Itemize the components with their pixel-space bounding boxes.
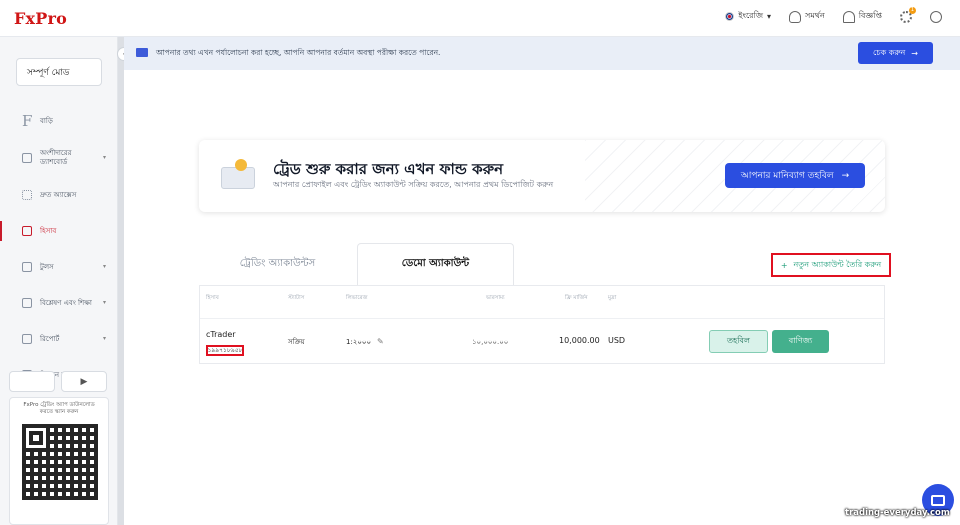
create-new-account-button[interactable]: + নতুন অ্যাকাউন্ট তৈরি করুন: [771, 253, 891, 277]
plus-icon: +: [780, 260, 788, 270]
column-header: ফ্রি মার্জিন: [565, 295, 588, 301]
sidebar-scrollbar[interactable]: [118, 37, 124, 525]
qr-caption: FxPro ট্রেডিং অ্যাপ ডাউনলোড করতে স্ক্যান…: [23, 402, 95, 415]
settings-badge: 1: [909, 6, 916, 14]
column-header: ভারসাম্য: [486, 295, 505, 301]
sidebar-item-analysis-education[interactable]: বিশ্লেষণ এবং শিক্ষা ▾: [0, 285, 118, 321]
free-margin-value: 10,000.00: [559, 336, 600, 345]
account-id: ১৯৯৭১৮৯৫৮: [206, 345, 244, 356]
info-banner: আপনার তথ্য এখন পর্যালোচনা করা হচ্ছে, আপন…: [124, 37, 960, 70]
sidebar-nav: F বাড়ি অংশীদারের ড্যাশবোর্ড ▾ দ্রুত অ্য…: [0, 103, 118, 393]
notifications-link[interactable]: বিজ্ঞপ্তি: [842, 10, 882, 23]
chevron-down-icon: ▾: [102, 299, 106, 306]
sliders-icon: [22, 262, 32, 272]
check-status-button[interactable]: চেক করুন →: [858, 42, 933, 64]
bell-icon: [842, 10, 855, 23]
sidebar-item-label: অংশীদারের ড্যাশবোর্ড: [40, 149, 72, 166]
qr-card: FxPro ট্রেডিং অ্যাপ ডাউনলোড করতে স্ক্যান…: [9, 397, 109, 525]
sidebar-item-label: টুলস: [40, 262, 54, 271]
top-bar: FxPro ইংরেজি ▾ সমর্থন বিজ্ঞপ্তি 1: [0, 0, 960, 37]
user-profile-icon[interactable]: [930, 10, 942, 23]
account-status: সক্রিয়: [288, 338, 305, 346]
demo-accounts-table: হিসাব স্ট্যাটাস লিভারেজ ভারসাম্য ফ্রি মা…: [199, 285, 885, 364]
report-icon: [22, 334, 32, 344]
mode-selector[interactable]: সম্পূর্ণ মোড: [16, 58, 102, 86]
deposit-button[interactable]: তহবিল: [709, 330, 768, 353]
chevron-down-icon: ▾: [102, 154, 106, 161]
create-account-label: নতুন অ্যাকাউন্ট তৈরি করুন: [793, 259, 882, 269]
column-header: স্ট্যাটাস: [288, 295, 305, 301]
chevron-down-icon: ▾: [102, 263, 106, 270]
play-icon: ▶: [80, 376, 88, 387]
banner-text: আপনার তথ্য এখন পর্যালোচনা করা হচ্ছে, আপন…: [156, 48, 441, 57]
accounts-icon: [22, 226, 32, 236]
sidebar-item-label: বিশ্লেষণ এবং শিক্ষা: [40, 298, 92, 307]
sidebar-item-label: রিপোর্ট: [40, 334, 60, 343]
tab-trading-accounts[interactable]: ট্রেডিং অ্যাকাউন্টস: [199, 243, 356, 285]
language-label: ইংরেজি: [738, 11, 764, 20]
app-store-buttons: ▶: [9, 371, 107, 392]
trade-button[interactable]: বাণিজ্য: [772, 330, 829, 353]
sidebar-item-reports[interactable]: রিপোর্ট ▾: [0, 321, 118, 357]
settings-button[interactable]: 1: [900, 6, 916, 23]
watermark-text: trading-everyday.com: [845, 508, 950, 518]
wallet-icon: [221, 159, 255, 191]
language-selector[interactable]: ইংরেজি ▾: [725, 10, 771, 23]
edit-pencil-icon[interactable]: ✎: [377, 337, 384, 346]
qr-code: [22, 424, 98, 500]
fund-subtitle: আপনার প্রোফাইল এবং ট্রেডিং অ্যাকাউন্ট সক…: [273, 180, 554, 189]
chevron-down-icon: ▾: [767, 12, 772, 21]
chevron-down-icon: ▾: [102, 335, 106, 342]
support-link[interactable]: সমর্থন: [789, 10, 825, 23]
column-header: হিসাব: [206, 295, 219, 301]
sidebar-item-home[interactable]: F বাড়ি: [0, 103, 118, 139]
sidebar: সম্পূর্ণ মোড F বাড়ি অংশীদারের ড্যাশবোর্…: [0, 37, 118, 525]
sidebar-item-accounts[interactable]: হিসাব: [0, 213, 118, 249]
uk-flag-icon: [725, 12, 735, 21]
column-header: মুদ্রা: [608, 295, 617, 301]
id-card-icon: [136, 48, 148, 57]
graduation-icon: [22, 298, 32, 308]
sidebar-item-partner-dashboard[interactable]: অংশীদারের ড্যাশবোর্ড ▾: [0, 139, 118, 177]
support-label: সমর্থন: [805, 11, 825, 20]
top-actions: ইংরেজি ▾ সমর্থন বিজ্ঞপ্তি 1: [725, 6, 942, 23]
balance-value: ১০,০০০.০০: [472, 338, 509, 346]
arrow-right-icon: →: [841, 170, 850, 181]
currency-value: USD: [608, 336, 626, 345]
platform-name: cTrader: [206, 330, 236, 339]
notifications-label: বিজ্ঞপ্তি: [858, 11, 882, 20]
chat-icon: [931, 494, 945, 506]
header-divider: [200, 318, 884, 319]
arrow-right-icon: →: [911, 48, 918, 58]
headset-icon: [789, 10, 802, 23]
grid-icon: [22, 153, 32, 163]
fund-button-label: আপনার মানিব্যাগ তহবিল: [740, 171, 834, 181]
tab-demo-account[interactable]: ডেমো অ্যাকাউন্ট: [357, 243, 514, 285]
fxpro-f-icon: F: [22, 112, 33, 130]
sidebar-item-quick-access[interactable]: দ্রুত অ্যাক্সেস: [0, 177, 118, 213]
column-header: লিভারেজ: [346, 295, 368, 301]
dots-icon: [22, 190, 32, 200]
sidebar-item-label: দ্রুত অ্যাক্সেস: [40, 190, 77, 199]
leverage-text: 1:২০০০: [346, 338, 372, 346]
sidebar-item-tools[interactable]: টুলস ▾: [0, 249, 118, 285]
check-button-label: চেক করুন: [873, 47, 906, 57]
sidebar-item-label: হিসাব: [40, 226, 57, 235]
apple-store-button[interactable]: [9, 371, 55, 392]
fund-card: ট্রেড শুরু করার জন্য এখন ফান্ড করুন আপনা…: [199, 140, 885, 212]
sidebar-item-label: বাড়ি: [40, 116, 53, 125]
fxpro-logo[interactable]: FxPro: [14, 9, 67, 28]
google-play-button[interactable]: ▶: [61, 371, 107, 392]
leverage-value[interactable]: 1:২০০০ ✎: [346, 336, 384, 348]
fund-wallet-button[interactable]: আপনার মানিব্যাগ তহবিল →: [725, 163, 865, 188]
